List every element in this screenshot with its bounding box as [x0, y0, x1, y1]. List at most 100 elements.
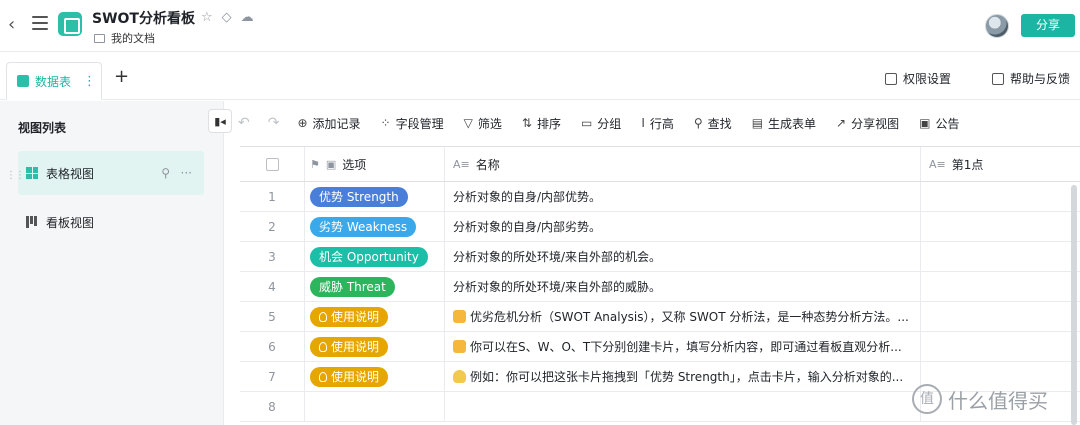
share-view-label: 分享视图: [851, 116, 900, 131]
field-manage-button[interactable]: ⁘ 字段管理: [381, 115, 444, 132]
table-row[interactable]: 4 威胁 Threat 分析对象的所处环境/来自外部的威胁。: [240, 272, 1080, 302]
bulb-icon: [319, 311, 327, 322]
name-text: 分析对象的自身/内部优势。: [453, 190, 602, 204]
option-cell[interactable]: 劣势 Weakness: [305, 212, 445, 241]
option-cell[interactable]: 使用说明: [305, 362, 445, 391]
app-logo-icon: [58, 12, 82, 36]
filter-button[interactable]: ▽ 筛选: [464, 115, 502, 132]
row-number: 6: [240, 332, 305, 361]
top-bar: ‹ SWOT分析看板 ☆ ◇ ☁ 我的文档 分享: [0, 0, 1080, 52]
name-cell[interactable]: 优劣危机分析（SWOT Analysis），又称 SWOT 分析法，是一种态势分…: [445, 302, 921, 331]
redo-icon[interactable]: ↷: [268, 115, 280, 131]
back-icon[interactable]: ‹: [8, 14, 26, 36]
option-cell[interactable]: 使用说明: [305, 332, 445, 361]
option-cell[interactable]: 威胁 Threat: [305, 272, 445, 301]
filter-icon: ▽: [463, 116, 473, 130]
option-tag-label: 机会 Opportunity: [319, 250, 419, 264]
undo-icon[interactable]: ↶: [238, 115, 250, 131]
thumbs-up-icon: [453, 340, 466, 353]
watermark: 值 什么值得买: [912, 384, 1048, 414]
name-cell[interactable]: 分析对象的自身/内部优势。: [445, 182, 921, 211]
select-all-checkbox[interactable]: [265, 157, 279, 171]
column-header-name[interactable]: A≡ 名称: [445, 147, 921, 181]
generate-form-button[interactable]: ▤ 生成表单: [752, 115, 816, 132]
more-options-icon[interactable]: ···: [181, 166, 192, 180]
point1-cell[interactable]: [921, 272, 1080, 301]
find-button[interactable]: ⚲ 查找: [694, 115, 732, 132]
tab-datatable[interactable]: 数据表 ⋮: [6, 62, 102, 100]
name-cell[interactable]: 例如：你可以把这张卡片拖拽到「优势 Strength」，点击卡片，输入分析对象的…: [445, 362, 921, 391]
option-cell[interactable]: 使用说明: [305, 302, 445, 331]
collapse-sidebar-icon[interactable]: ▮◂: [208, 109, 232, 133]
lightbulb-icon: [453, 370, 466, 383]
option-tag: 威胁 Threat: [310, 276, 395, 297]
name-cell[interactable]: 分析对象的所处环境/来自外部的威胁。: [445, 272, 921, 301]
breadcrumb[interactable]: 我的文档: [94, 30, 155, 46]
text-field-icon: A≡: [453, 157, 470, 171]
group-button[interactable]: ▭ 分组: [581, 115, 621, 132]
name-text: 分析对象的所处环境/来自外部的威胁。: [453, 280, 662, 294]
document-title[interactable]: SWOT分析看板: [92, 8, 195, 28]
avatar[interactable]: [985, 14, 1009, 38]
column-header-option[interactable]: ⚑ ▣ 选项: [305, 147, 445, 181]
option-tag-label: 劣势 Weakness: [319, 220, 408, 234]
table-row[interactable]: 3 机会 Opportunity 分析对象的所处环境/来自外部的机会。: [240, 242, 1080, 272]
pin-icon[interactable]: ⚲: [161, 166, 170, 180]
option-cell[interactable]: 优势 Strength: [305, 182, 445, 211]
drag-handle-icon[interactable]: ⋮⋮: [6, 170, 25, 181]
point1-cell[interactable]: [921, 182, 1080, 211]
sort-button[interactable]: ⇅ 排序: [522, 115, 561, 132]
star-icon[interactable]: ☆: [201, 10, 213, 25]
add-tab-icon[interactable]: +: [114, 66, 129, 87]
tab-bar: 数据表 ⋮ + 权限设置 帮助与反馈: [0, 52, 1080, 100]
name-cell[interactable]: 你可以在S、W、O、T下分别创建卡片，填写分析内容，即可通过看板直观分析...: [445, 332, 921, 361]
table-row[interactable]: 6 使用说明 你可以在S、W、O、T下分别创建卡片，填写分析内容，即可通过看板直观分…: [240, 332, 1080, 362]
point1-cell[interactable]: [921, 332, 1080, 361]
vertical-scrollbar[interactable]: [1071, 185, 1077, 425]
share-view-button[interactable]: ↗ 分享视图: [836, 115, 899, 132]
cloud-sync-icon[interactable]: ☁: [241, 10, 254, 25]
name-cell[interactable]: 分析对象的自身/内部劣势。: [445, 212, 921, 241]
help-button[interactable]: 帮助与反馈: [992, 70, 1070, 87]
option-cell[interactable]: 机会 Opportunity: [305, 242, 445, 271]
sidebar-item-kanban-view[interactable]: 看板视图: [18, 200, 204, 244]
point1-cell[interactable]: [921, 212, 1080, 241]
add-record-button[interactable]: ⊕ 添加记录: [297, 115, 360, 132]
row-number: 2: [240, 212, 305, 241]
option-tag-label: 威胁 Threat: [319, 280, 386, 294]
option-tag-label: 使用说明: [331, 370, 380, 384]
point1-cell[interactable]: [921, 302, 1080, 331]
sidebar-item-label: 表格视图: [46, 166, 95, 181]
row-number: 4: [240, 272, 305, 301]
bulb-icon: [319, 371, 327, 382]
select-field-icon: ▣: [325, 157, 337, 171]
filter-label: 筛选: [477, 116, 502, 131]
permissions-icon: [885, 72, 897, 85]
thumbs-up-icon: [453, 310, 466, 323]
notice-button[interactable]: ▣ 公告: [919, 115, 959, 132]
point1-cell[interactable]: [921, 242, 1080, 271]
tab-label: 数据表: [35, 74, 72, 89]
name-cell[interactable]: 分析对象的所处环境/来自外部的机会。: [445, 242, 921, 271]
sort-icon: ⇅: [521, 116, 532, 130]
menu-icon[interactable]: [32, 16, 48, 32]
option-tag-label: 使用说明: [331, 340, 380, 354]
notice-icon: ▣: [919, 116, 931, 130]
row-number: 7: [240, 362, 305, 391]
sidebar-item-label: 看板视图: [46, 215, 95, 230]
option-tag: 使用说明: [310, 306, 389, 327]
option-cell[interactable]: [305, 392, 445, 421]
table-row[interactable]: 2 劣势 Weakness 分析对象的自身/内部劣势。: [240, 212, 1080, 242]
tag-icon[interactable]: ◇: [222, 10, 232, 25]
permissions-button[interactable]: 权限设置: [885, 70, 951, 87]
sidebar-item-grid-view[interactable]: 表格视图 ⚲ ···: [18, 151, 204, 195]
name-cell[interactable]: [445, 392, 921, 421]
more-icon[interactable]: ⋮: [83, 74, 96, 89]
table-row[interactable]: 1 优势 Strength 分析对象的自身/内部优势。: [240, 182, 1080, 212]
row-height-button[interactable]: Ⅰ 行高: [641, 115, 674, 132]
share-button[interactable]: 分享: [1021, 14, 1075, 37]
flag-icon: ⚑: [310, 157, 320, 171]
table-row[interactable]: 5 使用说明 优劣危机分析（SWOT Analysis），又称 SWOT 分析法，是…: [240, 302, 1080, 332]
column-header-point1[interactable]: A≡ 第1点: [921, 147, 1080, 181]
folder-icon: [94, 33, 105, 43]
